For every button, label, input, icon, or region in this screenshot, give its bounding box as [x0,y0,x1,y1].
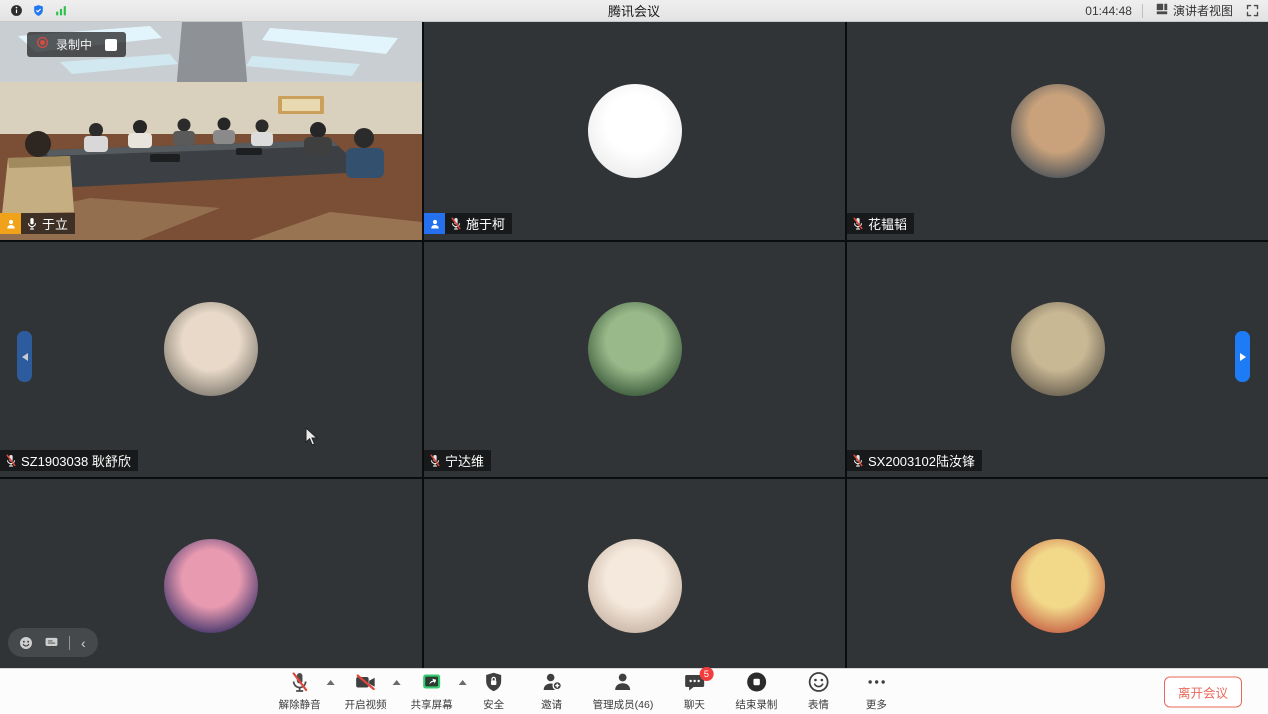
role-badge-icon [424,213,445,234]
record-dot-icon [36,36,49,54]
chevron-up-icon[interactable] [393,680,401,685]
toolbar-item[interactable]: 更多 [851,670,901,713]
participant-name-label: SX2003102陆汝锋 [847,450,982,471]
fullscreen-icon[interactable] [1245,3,1260,18]
toolbar-item-label: 解除静音 [279,697,321,712]
participant-name-label: 施于柯 [424,213,512,234]
toolbar-item-label: 共享屏幕 [411,697,453,712]
stop-record-icon [744,670,768,699]
info-icon[interactable] [10,4,23,17]
toolbar-item-label: 开启视频 [345,697,387,712]
more-dots-icon [864,670,888,699]
divider [69,636,70,650]
toolbar-item[interactable]: 表情 [793,670,843,713]
participant-name: 施于柯 [466,214,505,233]
toolbar-item[interactable]: 管理成员(46) [585,670,662,713]
window-title: 腾讯会议 [0,1,1268,20]
person-icon [611,670,635,699]
avatar [1011,84,1105,178]
participant-tile[interactable]: 施于柯 [424,22,845,240]
mic-status-icon [851,216,865,231]
mic-status-icon [25,216,39,231]
mic-status-icon [449,216,463,231]
avatar [588,539,682,633]
toolbar-item[interactable]: 解除静音 [271,670,329,713]
participant-name-label: SZ1903038 耿舒欣 [0,450,138,471]
shield-lock-icon [482,670,506,699]
chevron-up-icon[interactable] [327,680,335,685]
participant-tile[interactable]: 花韫韬 [847,22,1268,240]
titlebar: 腾讯会议 01:44:48 演讲者视图 [0,0,1268,22]
stop-recording-square-button[interactable] [105,39,117,51]
participant-tile[interactable]: SZ1903038 耿舒欣 [0,242,422,477]
toolbar-item-label: 管理成员(46) [593,697,654,712]
collapse-left-chevron[interactable]: ‹ [79,636,88,650]
avatar [164,302,258,396]
person-add-icon [540,670,564,699]
toolbar-item-label: 聊天 [684,697,705,712]
recording-label: 录制中 [56,36,92,53]
chat-unread-badge: 5 [699,667,713,681]
meeting-window: 腾讯会议 01:44:48 演讲者视图 于立 录制中 [0,0,1268,714]
avatar [164,539,258,633]
toolbar-item-label: 表情 [808,697,829,712]
toolbar-item-label: 更多 [866,697,887,712]
toolbar-item[interactable]: 安全 [469,670,519,713]
toolbar-item[interactable]: 开启视频 [337,670,395,713]
toolbar-item[interactable]: 结束录制 [727,670,785,713]
participant-tile[interactable]: 宁达维 [424,242,845,477]
toolbar-item[interactable]: 邀请 [527,670,577,713]
mic-muted-icon [288,670,312,699]
camera-off-icon [354,670,378,699]
avatar [588,84,682,178]
caption-icon[interactable] [43,635,60,650]
toolbar-item-label: 安全 [483,697,504,712]
chevron-right-icon [1240,353,1246,361]
network-signal-icon[interactable] [54,4,68,17]
layout-view-icon [1155,2,1169,19]
meeting-timer: 01:44:48 [1085,4,1143,18]
participant-name: 花韫韬 [868,214,907,233]
role-badge-icon [0,213,21,234]
speaker-view-label: 演讲者视图 [1173,2,1233,19]
emoji-icon[interactable] [18,635,34,651]
participant-name: SZ1903038 耿舒欣 [21,451,131,470]
participant-name: 于立 [42,214,68,233]
avatar [588,302,682,396]
mic-status-icon [428,453,442,468]
participant-tile[interactable]: 于立 录制中 [0,22,422,240]
avatar [1011,539,1105,633]
bottom-toolbar: 解除静音 开启视频 共享屏幕 安全 邀请 管理成员(46) 5 聊天 结束录制 … [0,668,1268,714]
mic-status-icon [4,453,18,468]
shield-icon[interactable] [32,4,45,17]
speaker-view-button[interactable]: 演讲者视图 [1155,2,1233,19]
participant-name: 宁达维 [445,451,484,470]
toolbar-item[interactable]: 共享屏幕 [403,670,461,713]
chevron-left-icon [22,353,28,361]
titlebar-status-icons [10,4,68,17]
participant-tile[interactable]: SX2003102陆汝锋 [847,242,1268,477]
next-page-arrow[interactable] [1235,331,1250,382]
participant-name-label: 花韫韬 [847,213,914,234]
mic-status-icon [851,453,865,468]
participant-name-label: 宁达维 [424,450,491,471]
participant-name-label: 于立 [0,213,75,234]
toolbar-item-label: 邀请 [541,697,562,712]
share-screen-icon [420,670,444,699]
toolbar-items: 解除静音 开启视频 共享屏幕 安全 邀请 管理成员(46) 5 聊天 结束录制 … [271,669,902,714]
chevron-up-icon[interactable] [459,680,467,685]
recording-badge: 录制中 [27,32,126,57]
emoji-icon [806,670,830,699]
toolbar-item[interactable]: 5 聊天 [669,670,719,713]
participant-name: SX2003102陆汝锋 [868,451,975,470]
participant-grid: 于立 录制中 施于柯 花韫韬 [0,22,1268,714]
avatar [1011,302,1105,396]
toolbar-item-label: 结束录制 [735,697,777,712]
quick-reaction-bar: ‹ [8,628,98,657]
previous-page-arrow[interactable] [17,331,32,382]
leave-meeting-button[interactable]: 离开会议 [1164,676,1242,707]
